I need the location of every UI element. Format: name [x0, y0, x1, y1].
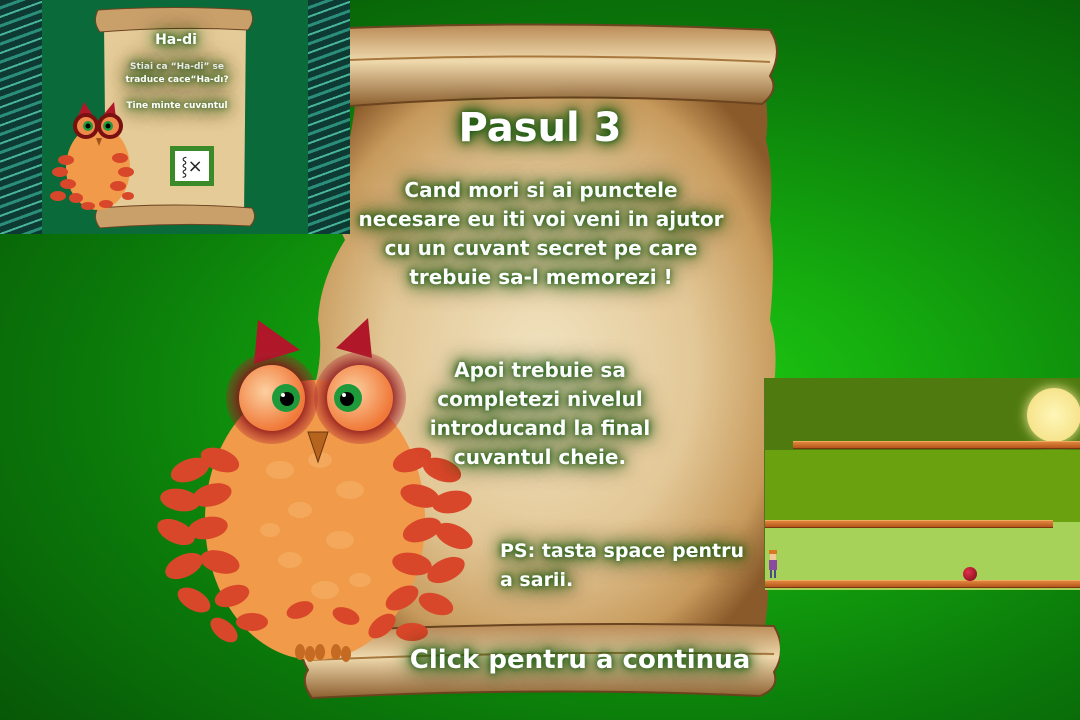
enemy-ball-icon — [963, 567, 977, 581]
middle-band — [765, 450, 1080, 522]
instruction-paragraph-1: Cand mori si ai punctele necesare eu iti… — [358, 178, 724, 289]
broken-image-icon[interactable]: ⸾× — [170, 146, 214, 186]
vine-left — [0, 0, 42, 234]
continue-button[interactable]: Click pentru a continua — [400, 641, 760, 679]
platform-ground — [765, 580, 1080, 588]
ps-note: PS: tasta space pentru a sarii. — [500, 540, 745, 591]
vine-right — [308, 0, 350, 234]
player-character-icon — [769, 550, 777, 578]
thumbnail-title: Ha-di — [155, 32, 197, 48]
hint-thumbnail: Ha-di Stiai ca “Ha-di” se traduce сасе“H… — [0, 0, 350, 234]
thumbnail-text-hint: Stiai ca “Ha-di” se traduce сасе“Ha-dı? — [125, 62, 229, 85]
step-title: Pasul 3 — [458, 105, 622, 151]
platform-top — [793, 441, 1080, 449]
platform-middle — [765, 520, 1053, 528]
sun-icon — [1027, 388, 1080, 442]
mini-owl-icon — [50, 102, 134, 210]
instruction-paragraph-2: Apoi trebuie sa completezi nivelul intro… — [429, 358, 651, 469]
level-preview — [764, 378, 1080, 590]
thumbnail-text-remember: Tine minte cuvantul — [126, 101, 228, 111]
